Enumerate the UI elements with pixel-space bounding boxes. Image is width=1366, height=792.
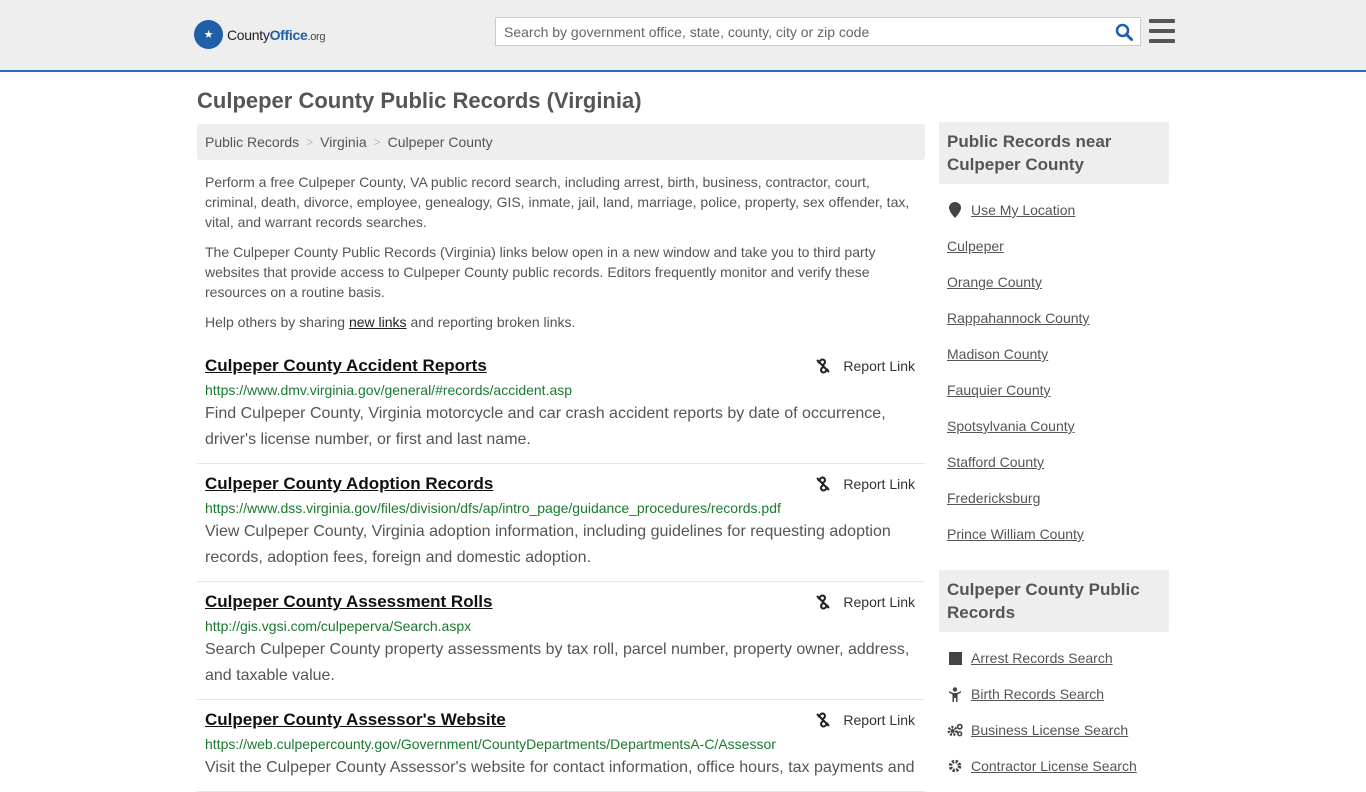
report-link-label: Report Link: [843, 594, 915, 610]
record-title-link[interactable]: Culpeper County Adoption Records: [205, 474, 493, 494]
report-link-label: Report Link: [843, 358, 915, 374]
record-url: https://www.dss.virginia.gov/files/divis…: [205, 500, 781, 516]
logo[interactable]: ★ CountyOffice.org: [194, 20, 326, 49]
intro-paragraph-2: The Culpeper County Public Records (Virg…: [205, 244, 876, 300]
broken-link-icon: [816, 476, 831, 492]
child-icon: [947, 686, 963, 702]
county-record-link[interactable]: Contractor License Search: [971, 758, 1137, 774]
search-bar: [495, 17, 1141, 46]
nearby-link[interactable]: Prince William County: [947, 526, 1084, 542]
breadcrumb-virginia[interactable]: Virginia: [320, 134, 366, 150]
record-description: Visit the Culpeper County Assessor's web…: [205, 759, 915, 776]
breadcrumb-separator: >: [306, 135, 314, 149]
record-title-link[interactable]: Culpeper County Accident Reports: [205, 356, 487, 376]
broken-link-icon: [816, 594, 831, 610]
map-marker-icon: [947, 202, 963, 218]
nearby-item[interactable]: Madison County: [947, 336, 1169, 372]
search-icon: [1115, 23, 1133, 41]
report-link-button[interactable]: Report Link: [815, 358, 915, 374]
nearby-link[interactable]: Stafford County: [947, 454, 1044, 470]
intro-paragraph-3: Help others by sharing new links and rep…: [205, 314, 576, 330]
square-icon: [947, 651, 963, 665]
search-input[interactable]: [496, 18, 1108, 45]
nearby-item[interactable]: Rappahannock County: [947, 300, 1169, 336]
top-bar: ★ CountyOffice.org: [0, 0, 1366, 72]
nearby-item[interactable]: Fredericksburg: [947, 480, 1169, 516]
nearby-item[interactable]: Orange County: [947, 264, 1169, 300]
logo-text: CountyOffice.org: [227, 26, 326, 43]
county-record-item[interactable]: Contractor License Search: [947, 748, 1169, 784]
nearby-link[interactable]: Orange County: [947, 274, 1042, 290]
nearby-link[interactable]: Fredericksburg: [947, 490, 1040, 506]
report-link-button[interactable]: Report Link: [815, 594, 915, 610]
main-content: Public Records > Virginia > Culpeper Cou…: [197, 124, 925, 792]
nearby-link[interactable]: Madison County: [947, 346, 1048, 362]
nearby-heading: Public Records near Culpeper County: [939, 122, 1169, 184]
county-record-link[interactable]: Arrest Records Search: [971, 650, 1113, 666]
breadcrumb-public-records[interactable]: Public Records: [205, 134, 299, 150]
county-record-link[interactable]: Business License Search: [971, 722, 1128, 738]
report-link-button[interactable]: Report Link: [815, 712, 915, 728]
record-description: Find Culpeper County, Virginia motorcycl…: [205, 405, 886, 448]
nearby-item[interactable]: Stafford County: [947, 444, 1169, 480]
page-title: Culpeper County Public Records (Virginia…: [197, 88, 642, 113]
nearby-item[interactable]: Fauquier County: [947, 372, 1169, 408]
record-item: Culpeper County Adoption Records Report …: [197, 464, 925, 582]
gears-icon: [947, 723, 963, 737]
nearby-item[interactable]: Prince William County: [947, 516, 1169, 552]
use-my-location-link[interactable]: Use My Location: [971, 202, 1075, 218]
nearby-link[interactable]: Culpeper: [947, 238, 1004, 254]
record-url: https://web.culpepercounty.gov/Governmen…: [205, 736, 776, 752]
record-url: http://gis.vgsi.com/culpeperva/Search.as…: [205, 618, 472, 634]
breadcrumb-separator: >: [373, 135, 381, 149]
record-title-link[interactable]: Culpeper County Assessment Rolls: [205, 592, 493, 612]
nearby-link[interactable]: Fauquier County: [947, 382, 1051, 398]
county-record-item[interactable]: Birth Records Search: [947, 676, 1169, 712]
county-records-list: Arrest Records Search Birth Records Searc…: [939, 632, 1169, 792]
breadcrumb: Public Records > Virginia > Culpeper Cou…: [197, 124, 925, 160]
gear-icon: [947, 759, 963, 773]
eagle-logo-icon: ★: [194, 20, 223, 49]
nearby-item[interactable]: Spotsylvania County: [947, 408, 1169, 444]
nearby-link[interactable]: Rappahannock County: [947, 310, 1089, 326]
county-record-link[interactable]: Birth Records Search: [971, 686, 1104, 702]
report-link-label: Report Link: [843, 712, 915, 728]
broken-link-icon: [816, 712, 831, 728]
breadcrumb-culpeper-county[interactable]: Culpeper County: [388, 134, 493, 150]
record-description: Search Culpeper County property assessme…: [205, 641, 910, 684]
new-links-link[interactable]: new links: [349, 314, 407, 330]
use-my-location[interactable]: Use My Location: [947, 192, 1169, 228]
report-link-button[interactable]: Report Link: [815, 476, 915, 492]
hamburger-menu-button[interactable]: [1149, 19, 1175, 43]
record-title-link[interactable]: Culpeper County Assessor's Website: [205, 710, 506, 730]
record-url: https://www.dmv.virginia.gov/general/#re…: [205, 382, 573, 398]
search-button[interactable]: [1108, 18, 1140, 45]
county-record-item[interactable]: Business License Search: [947, 712, 1169, 748]
record-item: Culpeper County Accident Reports Report …: [197, 346, 925, 464]
record-description: View Culpeper County, Virginia adoption …: [205, 523, 891, 566]
county-records-heading: Culpeper County Public Records: [939, 570, 1169, 632]
nearby-list: Use My Location Culpeper Orange County Rap…: [939, 184, 1169, 560]
record-item: Culpeper County Assessor's Website Repor…: [197, 700, 925, 792]
intro-paragraph-1: Perform a free Culpeper County, VA publi…: [205, 174, 910, 230]
report-link-label: Report Link: [843, 476, 915, 492]
sidebar: Public Records near Culpeper County Use …: [939, 122, 1169, 792]
broken-link-icon: [816, 358, 831, 374]
nearby-item[interactable]: Culpeper: [947, 228, 1169, 264]
county-record-item[interactable]: Arrest Records Search: [947, 640, 1169, 676]
nearby-link[interactable]: Spotsylvania County: [947, 418, 1075, 434]
records-list: Culpeper County Accident Reports Report …: [197, 346, 925, 792]
record-item: Culpeper County Assessment Rolls Report …: [197, 582, 925, 700]
intro: Perform a free Culpeper County, VA publi…: [197, 172, 925, 332]
